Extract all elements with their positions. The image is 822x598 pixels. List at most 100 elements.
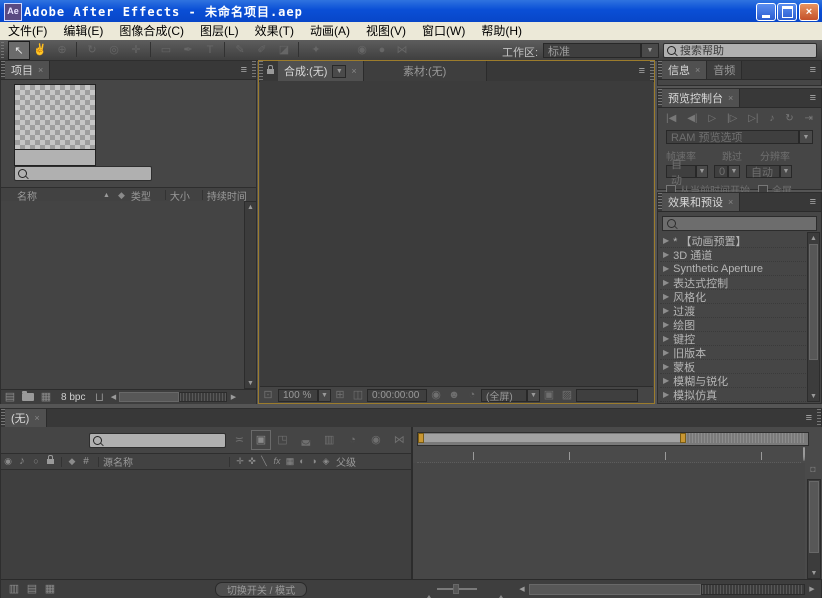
- scrollbar-thumb[interactable]: [809, 244, 818, 360]
- tab-effects-presets[interactable]: 效果和预设 ×: [662, 193, 740, 211]
- menu-animation[interactable]: 动画(A): [302, 22, 358, 40]
- draft-3d-toggle[interactable]: ◳: [271, 435, 294, 446]
- audio-switch-icon[interactable]: ♪: [15, 456, 29, 467]
- snapshot-icon[interactable]: ◉: [427, 390, 445, 401]
- tab-info[interactable]: 信息 ×: [662, 61, 707, 79]
- tab-close-icon[interactable]: ×: [351, 66, 356, 76]
- workspace-dropdown-button[interactable]: ▼: [641, 43, 659, 58]
- timecode-field[interactable]: 0:00:00:00: [367, 389, 427, 402]
- always-preview-icon[interactable]: ⊡: [260, 390, 276, 401]
- menu-composition[interactable]: 图像合成(C): [111, 22, 192, 40]
- resolution-preview-dropdown-button[interactable]: ▼: [780, 165, 792, 178]
- effects-search-box[interactable]: [662, 216, 817, 231]
- first-frame-button[interactable]: |◀: [666, 113, 676, 124]
- layer-number-column[interactable]: #: [78, 456, 94, 467]
- footer-scrollbar-track[interactable]: [179, 392, 227, 402]
- eraser-tool-button[interactable]: ◪: [274, 41, 294, 58]
- tab-close-icon[interactable]: ×: [695, 65, 700, 75]
- scroll-down-icon[interactable]: ▼: [808, 568, 820, 578]
- play-button[interactable]: ▷: [708, 113, 716, 124]
- zoom-in-mountain-icon[interactable]: [495, 583, 507, 595]
- time-navigator-track[interactable]: [417, 432, 809, 446]
- effects-category-row[interactable]: ▶3D 通道: [660, 248, 808, 262]
- column-divider[interactable]: [229, 457, 230, 467]
- panel-grip[interactable]: [650, 61, 654, 81]
- zoom-out-mountain-icon[interactable]: [425, 583, 433, 595]
- menu-file[interactable]: 文件(F): [0, 22, 55, 40]
- source-name-column[interactable]: 源名称: [103, 454, 133, 469]
- puppet-pin-tool-button[interactable]: ✦: [306, 41, 326, 58]
- timeline-zoom-slider-thumb[interactable]: [453, 584, 459, 594]
- project-vertical-scrollbar[interactable]: ▲ ▼: [244, 201, 257, 389]
- new-composition-icon[interactable]: ▦: [37, 392, 55, 403]
- frame-rate-dropdown-button[interactable]: ▼: [696, 165, 708, 178]
- work-area-start-handle[interactable]: [418, 433, 424, 443]
- tab-timeline[interactable]: (无) ×: [5, 409, 47, 427]
- scroll-down-icon[interactable]: ▼: [245, 378, 256, 388]
- column-divider[interactable]: [165, 190, 166, 200]
- video-switch-icon[interactable]: ◉: [1, 457, 15, 466]
- orbit-camera-tool-button[interactable]: ◎: [104, 41, 124, 58]
- expand-transfer-controls-icon[interactable]: ▤: [23, 584, 41, 595]
- scroll-up-icon[interactable]: ▲: [808, 233, 819, 243]
- panel-menu-icon[interactable]: ≡: [805, 61, 821, 79]
- comp-marker-bin-icon[interactable]: [803, 448, 805, 460]
- scroll-up-icon[interactable]: ▲: [245, 202, 256, 212]
- viewer-lock-button[interactable]: [263, 61, 278, 81]
- transparency-grid-icon[interactable]: ▨: [558, 390, 576, 401]
- label-column-icon[interactable]: ◆: [118, 191, 125, 200]
- resolution-dropdown-button[interactable]: ▼: [527, 389, 540, 402]
- expand-icon[interactable]: ▶: [663, 390, 669, 399]
- show-channel-icon[interactable]: ◔: [463, 390, 481, 401]
- expand-icon[interactable]: ▶: [663, 306, 669, 315]
- timeline-track-area[interactable]: [413, 463, 805, 579]
- lock-switch-icon[interactable]: [43, 459, 57, 464]
- effects-category-row[interactable]: ▶模拟仿真: [660, 388, 808, 402]
- panel-menu-icon[interactable]: ≡: [805, 89, 821, 107]
- frame-rate-select[interactable]: 自动: [666, 165, 696, 178]
- resolution-select[interactable]: (全屏): [481, 389, 527, 402]
- timeline-search-box[interactable]: [89, 433, 226, 448]
- expand-icon[interactable]: ▶: [663, 362, 669, 371]
- expand-icon[interactable]: ▶: [663, 250, 669, 259]
- interpret-footage-icon[interactable]: ▤: [1, 392, 19, 403]
- composition-mini-flowchart-icon[interactable]: ≍: [232, 435, 248, 446]
- dot-toggle-button[interactable]: ●: [372, 41, 392, 58]
- menu-effect[interactable]: 效果(T): [247, 22, 302, 40]
- column-divider[interactable]: [61, 457, 62, 467]
- resolution-preview-select[interactable]: 自动: [746, 165, 780, 178]
- panel-menu-icon[interactable]: ≡: [805, 193, 821, 211]
- tab-footage[interactable]: 素材:(无): [364, 61, 487, 81]
- panel-menu-icon[interactable]: ≡: [634, 61, 650, 81]
- expand-icon[interactable]: ▶: [663, 334, 669, 343]
- menu-view[interactable]: 视图(V): [358, 22, 414, 40]
- text-tool-button[interactable]: T: [200, 41, 220, 58]
- bit-depth-indicator[interactable]: 8 bpc: [61, 392, 85, 403]
- work-area-bar[interactable]: [424, 434, 680, 442]
- ram-preview-options-select[interactable]: RAM 预览选项: [666, 130, 799, 144]
- expand-icon[interactable]: ▶: [663, 376, 669, 385]
- hand-tool-button[interactable]: ✌: [30, 41, 50, 58]
- magnification-dropdown-button[interactable]: ▼: [318, 389, 331, 402]
- scroll-left-icon[interactable]: ◀: [107, 394, 119, 401]
- tab-composition[interactable]: 合成:(无) ▼ ×: [278, 61, 364, 81]
- time-ruler[interactable]: [417, 446, 801, 463]
- comp-button-icon[interactable]: ◘: [805, 465, 821, 474]
- show-snapshot-icon[interactable]: ☻: [445, 390, 463, 401]
- ram-preview-button[interactable]: ⇥: [805, 113, 813, 124]
- project-search-input[interactable]: [27, 168, 148, 180]
- timeline-search-input[interactable]: [102, 434, 222, 446]
- tab-project[interactable]: 项目 ×: [5, 61, 50, 79]
- scroll-right-icon[interactable]: ▶: [805, 586, 819, 593]
- title-bar[interactable]: Ae Adobe After Effects - 未命名项目.aep ×: [0, 0, 822, 22]
- tab-close-icon[interactable]: ×: [728, 93, 733, 103]
- motion-blur-toggle[interactable]: ◔: [341, 435, 364, 446]
- tab-close-icon[interactable]: ×: [34, 413, 39, 423]
- graph-editor-toggle[interactable]: ⋈: [388, 435, 411, 446]
- panel-menu-icon[interactable]: ≡: [801, 409, 817, 427]
- label-column-icon[interactable]: ◆: [66, 457, 78, 466]
- footer-scrollbar-thumb[interactable]: [119, 392, 179, 402]
- brush-tool-button[interactable]: ✎: [230, 41, 250, 58]
- expand-layer-switches-icon[interactable]: ▥: [5, 584, 23, 595]
- rotation-tool-button[interactable]: ↻: [82, 41, 102, 58]
